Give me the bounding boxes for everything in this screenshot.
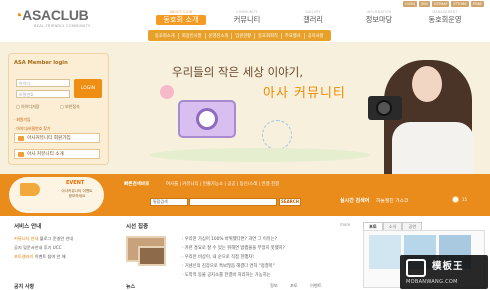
more-link[interactable]: more (340, 222, 350, 227)
nav-sub-label: MANAGEMENT (432, 10, 458, 14)
nav-label: 갤러리 (303, 15, 323, 24)
nav-sub-label: ABOUT CLUB (169, 10, 193, 14)
nav-item-gallery[interactable]: GALLERY 갤러리 (280, 10, 346, 25)
secure-checkbox[interactable]: □ 보안접속 (60, 104, 80, 110)
event-title: EVENT (66, 180, 85, 186)
util-link-join[interactable]: JOIN (418, 1, 430, 7)
utility-links: LOGIN JOIN SITEMAP ATTOMA FRINE (402, 1, 484, 7)
util-link-attoma[interactable]: ATTOMA (451, 1, 469, 7)
service-line[interactable]: 공지 및문서안내 후기 UCC (14, 245, 114, 250)
about-button[interactable]: 아사 커뮤니티 소개 (14, 149, 100, 159)
news-item[interactable]: · 거센신의 김장으로 특보많음 해결다 연하 "정결복" (182, 263, 352, 269)
balloon-illustration (160, 85, 174, 99)
subnav-item[interactable]: 주요행사 (280, 32, 304, 39)
megaphone-icon (20, 183, 40, 196)
watermark-title: 模板王 (432, 261, 464, 272)
tab-info[interactable]: 정보 (270, 283, 278, 289)
nav-label: 동호회 소개 (156, 15, 206, 25)
search-button[interactable]: SEARCH (279, 198, 301, 206)
nav-item-about[interactable]: ABOUT CLUB 동호회 소개 (148, 10, 214, 25)
id-input[interactable]: 아이디 (16, 79, 70, 87)
user-icon (18, 136, 24, 141)
watermark-url: MOBANWANG.COM (406, 279, 458, 285)
model-body (392, 122, 474, 174)
rank-delta: 15 (462, 197, 468, 202)
subnav-item[interactable]: 임원현황 (231, 32, 254, 39)
join-link[interactable]: · 회원가입 (14, 117, 30, 123)
find-account-link[interactable]: · 아이디/비밀번호 찾기 (14, 126, 50, 132)
nav-label: 정보마당 (365, 15, 393, 24)
quick-title: 빠른검색바로 (124, 182, 150, 187)
site-logo[interactable]: ◔ASACLUB (14, 7, 89, 23)
news-item[interactable]: · 우리만 가심어 100% 바위했다면? 과연 그 이유는? (182, 236, 352, 242)
nav-item-community[interactable]: COMMUNITY 커뮤니티 (214, 10, 280, 25)
focus-photo-small[interactable] (138, 246, 166, 266)
secure-label: 보안접속 (65, 104, 80, 109)
tab-event[interactable]: 이벤트 (310, 283, 322, 289)
search-input[interactable] (189, 198, 277, 206)
nav-label: 동호회운영 (428, 15, 462, 24)
subnav-item[interactable]: 공지사항 (303, 32, 327, 39)
notice-title: 공지 사항 (14, 284, 35, 290)
rank-value[interactable]: 하늘절친 가스코 (376, 197, 408, 204)
save-id-label: 아이디저장 (21, 104, 40, 109)
search-scope-select[interactable]: 통합검색 (150, 198, 188, 206)
site-tagline: REAL FRIENDLY COMMUNITY (34, 24, 91, 28)
photo-thumb[interactable] (369, 235, 401, 269)
camera-lens-illustration (196, 108, 218, 130)
subnav-item[interactable]: 동호회회칙 (254, 32, 281, 39)
login-button[interactable]: LOGIN (74, 79, 102, 98)
join-button[interactable]: 아사커뮤니티 회원가입 (14, 133, 100, 143)
password-input[interactable]: 비밀번호 (16, 90, 70, 98)
watermark-logo-icon (406, 259, 426, 277)
nav-sub-label: GALLERY (305, 10, 321, 14)
news-item[interactable]: · 우리만 비상이, 내 순으로 직접 현행자! (182, 254, 352, 260)
model-face (412, 66, 442, 102)
search-row: 통합검색 SEARCH (150, 197, 301, 207)
nav-item-management[interactable]: MANAGEMENT 동호회운영 (412, 10, 478, 25)
nav-sub-label: COMMUNITY (236, 10, 258, 14)
info-icon (18, 152, 24, 157)
subnav-item[interactable]: 동호회소개 (152, 33, 178, 39)
focus-title: 시선 집중 (126, 224, 149, 230)
ground-illustration (150, 148, 370, 162)
rank-arrow-icon (452, 196, 459, 203)
sub-nav: 동호회소개 회장인사말 운영진소개 임원현황 동호회회칙 주요행사 공지사항 (148, 30, 331, 41)
ferris-wheel-illustration (262, 120, 292, 150)
tab-photo[interactable]: 포토 (290, 283, 298, 289)
nav-item-information[interactable]: INFORMATION 정보마당 (346, 10, 412, 25)
nav-label: 커뮤니티 (233, 15, 261, 24)
dslr-lens-image (376, 100, 392, 116)
rank-label: 실시간 검색어 (340, 198, 370, 204)
service-line[interactable]: 커뮤니티 안내 블로그 운영안 안내 (14, 236, 114, 241)
service-line[interactable]: 포토갤러리 이벤트 참여 안 해 (14, 254, 114, 259)
service-title: 서비스 안내 (14, 224, 42, 230)
news-item[interactable]: · 도착적 동물 공지소를 한결비 처리하는 가능하는 (182, 272, 352, 278)
news-item[interactable]: · 카련 흥요로 잘 수 있는 위해연 밥캠물을 부었지 못했지? (182, 245, 352, 251)
quick-links[interactable]: 여사룰 | 커뮤니티 | 빈출가능소 | 공공 | 동신/스레 | 반결 천결 (166, 181, 279, 187)
main-nav: ABOUT CLUB 동호회 소개 COMMUNITY 커뮤니티 GALLERY… (148, 10, 478, 25)
hero-slogan: 우리들의 작은 세상 이야기, (172, 65, 304, 79)
util-link-frine[interactable]: FRINE (470, 1, 484, 7)
news-title: 뉴스 (126, 284, 136, 290)
save-id-checkbox[interactable]: □ 아이디저장 (16, 104, 39, 110)
event-text: 아사커뮤니티 이벤트 응모하세요 (61, 189, 93, 198)
login-title: ASA Member login (14, 60, 68, 66)
util-link-login[interactable]: LOGIN (402, 1, 417, 7)
nav-sub-label: INFORMATION (366, 10, 392, 14)
subnav-item[interactable]: 운영진소개 (204, 32, 232, 39)
hero-slogan-sub: 아사 커뮤니티 (263, 86, 346, 101)
util-link-sitemap[interactable]: SITEMAP (431, 1, 450, 7)
subnav-item[interactable]: 회장인사말 (177, 32, 205, 39)
